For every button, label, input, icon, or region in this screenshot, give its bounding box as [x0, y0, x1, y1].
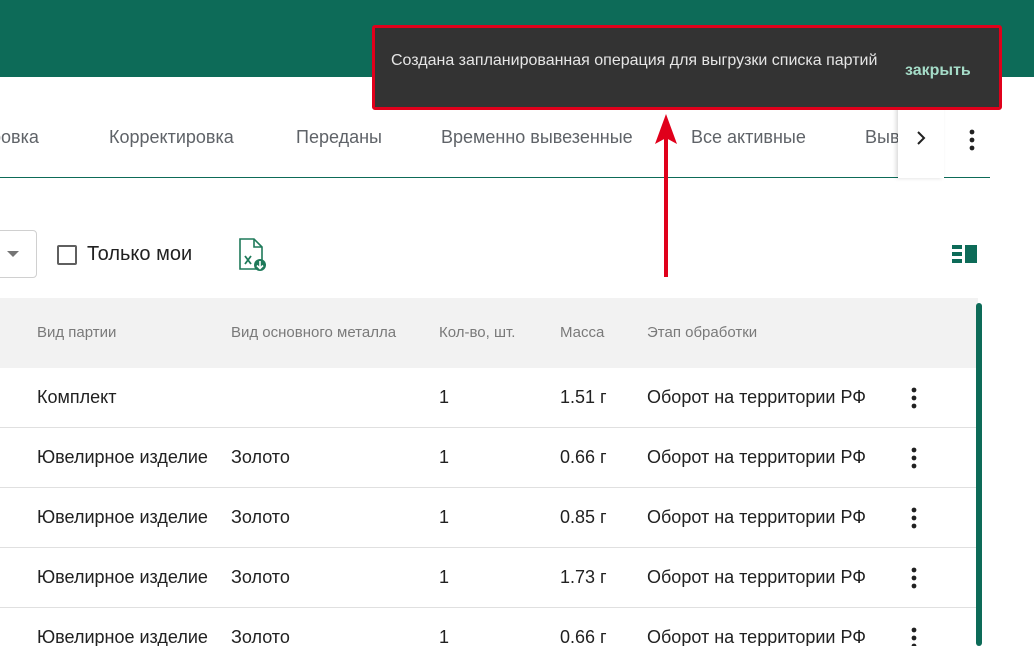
column-header-quantity[interactable]: Кол-во, шт. [439, 324, 515, 341]
tab-peredany[interactable]: Переданы [296, 127, 382, 148]
cell-mass: 0.66 г [560, 627, 607, 646]
more-vertical-icon [911, 567, 917, 589]
cell-metal: Золото [231, 507, 290, 527]
tabs-scroll-next-button[interactable] [898, 98, 944, 178]
cell-stage: Оборот на территории РФ [647, 627, 866, 646]
snackbar-message: Создана запланированная операция для выг… [391, 52, 878, 69]
more-vertical-icon [911, 627, 917, 646]
cell-metal: Золото [231, 627, 290, 646]
cell-quantity: 1 [439, 567, 450, 587]
column-header-mass[interactable]: Масса [560, 324, 604, 341]
cell-stage: Оборот на территории РФ [647, 387, 866, 407]
table-row[interactable]: Ювелирное изделие Золото 1 1.73 г Оборот… [0, 548, 978, 608]
cell-stage: Оборот на территории РФ [647, 507, 866, 527]
tab-markirovka[interactable]: ровка [0, 127, 39, 148]
caret-down-icon [7, 251, 19, 257]
snackbar-notification: Создана запланированная операция для выг… [372, 25, 1002, 110]
cell-batch-type: Ювелирное изделие [37, 447, 208, 467]
cell-mass: 1.51 г [560, 387, 607, 407]
tab-vremenno-vyvezennye[interactable]: Временно вывезенные [441, 127, 633, 148]
cell-metal: Золото [231, 447, 290, 467]
tab-korrektirovka[interactable]: Корректировка [109, 127, 234, 148]
column-header-batch-type[interactable]: Вид партии [37, 324, 116, 341]
row-menu-button[interactable] [902, 384, 926, 412]
more-vertical-icon [911, 447, 917, 469]
filter-bar: Только мои [0, 228, 1034, 278]
tab-vse-aktivnye[interactable]: Все активные [691, 127, 806, 148]
tabs-viewport: ровка Корректировка Переданы Временно вы… [0, 98, 898, 178]
more-vertical-icon [911, 507, 917, 529]
cell-quantity: 1 [439, 387, 450, 407]
only-mine-checkbox[interactable] [57, 244, 77, 265]
column-header-stage[interactable]: Этап обработки [647, 324, 757, 341]
row-menu-button[interactable] [902, 504, 926, 532]
cell-mass: 1.73 г [560, 567, 607, 587]
cell-batch-type: Ювелирное изделие [37, 507, 208, 527]
tab-bar: ровка Корректировка Переданы Временно вы… [0, 98, 990, 178]
chevron-right-icon [917, 131, 926, 145]
cell-batch-type: Ювелирное изделие [37, 567, 208, 587]
cell-batch-type: Ювелирное изделие [37, 627, 208, 646]
cell-metal: Золото [231, 567, 290, 587]
table-scrollbar[interactable] [976, 303, 982, 646]
cell-quantity: 1 [439, 627, 450, 646]
more-vertical-icon [911, 387, 917, 409]
cell-batch-type: Комплект [37, 387, 117, 407]
column-header-metal[interactable]: Вид основного металла [231, 324, 396, 341]
filter-select[interactable] [0, 230, 37, 278]
row-menu-button[interactable] [902, 444, 926, 472]
table-row[interactable]: Ювелирное изделие Золото 1 0.66 г Оборот… [0, 608, 978, 646]
cell-quantity: 1 [439, 447, 450, 467]
more-vertical-icon [969, 129, 975, 151]
cell-stage: Оборот на территории РФ [647, 447, 866, 467]
table-row[interactable]: Ювелирное изделие Золото 1 0.85 г Оборот… [0, 488, 978, 548]
view-toggle-icon[interactable] [952, 244, 978, 264]
cell-mass: 0.85 г [560, 507, 607, 527]
excel-export-icon[interactable] [237, 238, 267, 272]
batches-table: Вид партии Вид основного металла Кол-во,… [0, 298, 978, 646]
cell-mass: 0.66 г [560, 447, 607, 467]
tabs-more-button[interactable] [958, 126, 986, 154]
cell-quantity: 1 [439, 507, 450, 527]
only-mine-label: Только мои [87, 243, 193, 265]
annotation-arrow-icon [655, 114, 677, 277]
table-row[interactable]: Комплект 1 1.51 г Оборот на территории Р… [0, 368, 978, 428]
table-row[interactable]: Ювелирное изделие Золото 1 0.66 г Оборот… [0, 428, 978, 488]
table-header: Вид партии Вид основного металла Кол-во,… [0, 298, 978, 368]
row-menu-button[interactable] [902, 624, 926, 646]
snackbar-close-button[interactable]: закрыть [905, 62, 971, 80]
tab-vyvedennye[interactable]: Выв [865, 127, 898, 148]
only-mine-filter[interactable]: Только мои [57, 243, 192, 266]
cell-stage: Оборот на территории РФ [647, 567, 866, 587]
row-menu-button[interactable] [902, 564, 926, 592]
